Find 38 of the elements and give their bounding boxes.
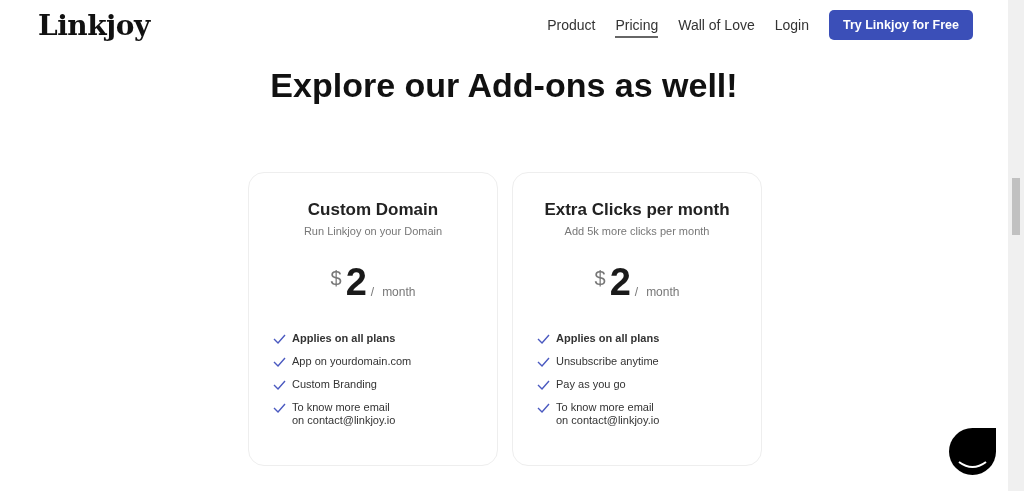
scrollbar-thumb[interactable]: [1012, 178, 1020, 235]
check-icon: [273, 403, 286, 413]
currency-symbol: $: [330, 267, 342, 290]
feature-text: Custom Branding: [292, 378, 377, 391]
chat-button[interactable]: [949, 428, 996, 475]
check-icon: [537, 403, 550, 413]
price-period: month: [646, 285, 680, 299]
addon-name: Custom Domain: [307, 200, 439, 220]
addon-subtitle: Add 5k more clicks per month: [564, 225, 710, 237]
check-icon: [273, 380, 286, 390]
price: 2: [345, 263, 367, 301]
feature-text: Applies on all plans: [556, 332, 660, 345]
feature-text: Pay as you go: [556, 378, 626, 391]
nav-link[interactable]: Wall of Love: [678, 12, 755, 38]
feature-text: To know more email on contact@linkjoy.io: [292, 401, 396, 427]
try-free-button[interactable]: Try Linkjoy for Free: [829, 10, 973, 40]
section-title: Explore our Add-ons as well!: [269, 66, 739, 105]
feature-text: Applies on all plans: [292, 332, 396, 345]
logo[interactable]: Linkjoy: [38, 8, 150, 42]
nav-link[interactable]: Login: [774, 12, 809, 38]
feature-text: To know more email on contact@linkjoy.io: [556, 401, 660, 427]
check-icon: [537, 380, 550, 390]
price-separator: /: [634, 285, 639, 299]
check-icon: [537, 357, 550, 367]
addon-name: Extra Clicks per month: [544, 200, 730, 220]
check-icon: [537, 334, 550, 344]
addon-subtitle: Run Linkjoy on your Domain: [303, 225, 443, 237]
price-period: month: [382, 285, 416, 299]
check-icon: [273, 334, 286, 344]
check-icon: [273, 357, 286, 367]
feature-text: App on yourdomain.com: [292, 355, 412, 368]
price-separator: /: [370, 285, 375, 299]
currency-symbol: $: [594, 267, 606, 290]
nav-link[interactable]: Product: [547, 12, 596, 38]
feature-text: Unsubscribe anytime: [556, 355, 659, 368]
scrollbar[interactable]: [1008, 0, 1024, 491]
price: 2: [609, 263, 631, 301]
nav-link[interactable]: Pricing: [615, 12, 659, 38]
